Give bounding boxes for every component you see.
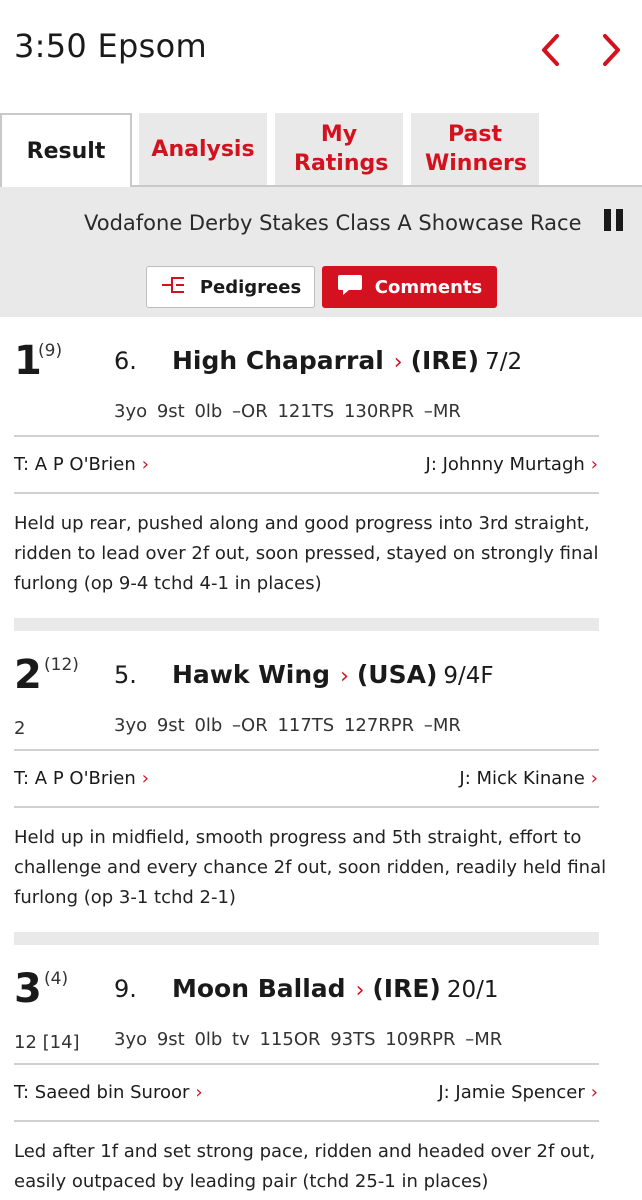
horse-country: (USA) — [356, 660, 438, 689]
draw-number: (12) — [44, 655, 79, 675]
jockey-link[interactable]: J: Johnny Murtagh › — [426, 454, 598, 475]
runner-separator — [14, 932, 599, 945]
divider — [14, 1063, 599, 1065]
jockey-name: J: Mick Kinane — [459, 768, 585, 789]
jockey-link[interactable]: J: Jamie Spencer › — [438, 1082, 598, 1103]
chevron-left-icon[interactable] — [537, 32, 565, 68]
runner-row: 3 (4) 9. Moon Ballad › (IRE) 20/1 12 [14] 3… — [0, 965, 642, 1200]
tab-label: Analysis — [151, 136, 255, 162]
saddle-number: 9. — [114, 975, 137, 1003]
saddle-number: 5. — [114, 661, 137, 689]
trainer-link[interactable]: T: Saeed bin Suroor › — [14, 1082, 203, 1103]
horse-country: (IRE) — [410, 346, 480, 375]
horse-line: Moon Ballad › (IRE) 20/1 — [172, 971, 499, 1009]
horse-country: (IRE) — [372, 974, 441, 1003]
chevron-right-icon[interactable]: › — [394, 350, 403, 375]
comments-button[interactable]: Comments — [322, 266, 497, 308]
chevron-right-icon: › — [590, 768, 598, 789]
draw-number: (4) — [44, 969, 69, 989]
runner-stats: 3yo 9st 0lb –OR 117TS 127RPR –MR — [114, 715, 461, 736]
trainer-name: T: A P O'Brien — [14, 454, 136, 475]
horse-line: Hawk Wing › (USA) 9/4F — [172, 657, 494, 695]
chevron-right-icon: › — [590, 1082, 598, 1103]
distance-beaten: 2 — [14, 718, 26, 739]
chevron-right-icon: › — [141, 454, 149, 475]
horse-name-link[interactable]: Hawk Wing — [172, 660, 330, 689]
runner-row: 1 (9) 6. High Chaparral › (IRE) 7/2 3yo 9st… — [0, 337, 642, 637]
runner-row: 2 (12) 5. Hawk Wing › (USA) 9/4F 2 3yo 9st … — [0, 651, 642, 951]
chevron-right-icon: › — [141, 768, 149, 789]
race-name-ticker: Vodafone Derby Stakes Class A Showcase R… — [84, 207, 586, 239]
jockey-name: J: Jamie Spencer — [438, 1082, 585, 1103]
tab-my-ratings[interactable]: My Ratings — [275, 113, 403, 185]
race-header: 3:50 Epsom — [0, 0, 642, 100]
tab-bar: Result Analysis My Ratings Past Winners — [0, 113, 642, 187]
jockey-name: J: Johnny Murtagh — [425, 454, 585, 475]
finishing-position: 2 — [14, 652, 42, 698]
divider — [14, 806, 599, 808]
pedigrees-button[interactable]: Pedigrees — [146, 266, 315, 308]
tab-label: Result — [26, 138, 106, 164]
speech-bubble-icon — [337, 273, 363, 302]
race-name: Vodafone Derby Stakes Class A Showcase R… — [84, 211, 582, 235]
tab-past-winners[interactable]: Past Winners — [411, 113, 539, 185]
chevron-right-icon: › — [590, 454, 598, 475]
finishing-position: 3 — [14, 966, 42, 1012]
starting-price: 20/1 — [446, 977, 499, 1003]
tab-label: My Ratings — [294, 122, 389, 176]
chevron-right-icon[interactable]: › — [340, 664, 349, 689]
runner-stats: 3yo 9st 0lb tv 115OR 93TS 109RPR –MR — [114, 1029, 503, 1050]
runner-separator — [14, 618, 599, 631]
race-comment: Held up in midfield, smooth progress and… — [14, 827, 607, 908]
distance-beaten: 12 [14] — [14, 1032, 80, 1053]
starting-price: 7/2 — [485, 349, 523, 375]
race-info-band: Vodafone Derby Stakes Class A Showcase R… — [0, 187, 642, 317]
horse-line: High Chaparral › (IRE) 7/2 — [172, 343, 522, 381]
horse-name-link[interactable]: Moon Ballad — [172, 974, 346, 1003]
trainer-link[interactable]: T: A P O'Brien › — [14, 454, 149, 475]
race-title: 3:50 Epsom — [14, 27, 207, 65]
draw-number: (9) — [38, 341, 63, 361]
horse-name-link[interactable]: High Chaparral — [172, 346, 384, 375]
jockey-link[interactable]: J: Mick Kinane › — [459, 768, 598, 789]
trainer-name: T: Saeed bin Suroor — [14, 1082, 190, 1103]
trainer-link[interactable]: T: A P O'Brien › — [14, 768, 149, 789]
pedigrees-label: Pedigrees — [199, 276, 302, 298]
race-comment: Led after 1f and set strong pace, ridden… — [14, 1141, 596, 1192]
pause-icon[interactable] — [602, 207, 626, 235]
tab-label: Past Winners — [425, 122, 527, 176]
divider — [14, 492, 599, 494]
divider — [14, 749, 599, 751]
pedigree-icon — [160, 275, 188, 300]
race-comment: Held up rear, pushed along and good prog… — [14, 513, 599, 594]
starting-price: 9/4F — [443, 663, 494, 689]
divider — [14, 1120, 599, 1122]
comments-label: Comments — [374, 276, 483, 298]
tab-result[interactable]: Result — [0, 113, 132, 187]
saddle-number: 6. — [114, 347, 137, 375]
trainer-name: T: A P O'Brien — [14, 768, 136, 789]
chevron-right-icon[interactable]: › — [356, 978, 365, 1003]
chevron-right-icon: › — [195, 1082, 203, 1103]
runner-stats: 3yo 9st 0lb –OR 121TS 130RPR –MR — [114, 401, 461, 422]
chevron-right-icon[interactable] — [597, 32, 625, 68]
divider — [14, 435, 599, 437]
tab-analysis[interactable]: Analysis — [139, 113, 267, 185]
